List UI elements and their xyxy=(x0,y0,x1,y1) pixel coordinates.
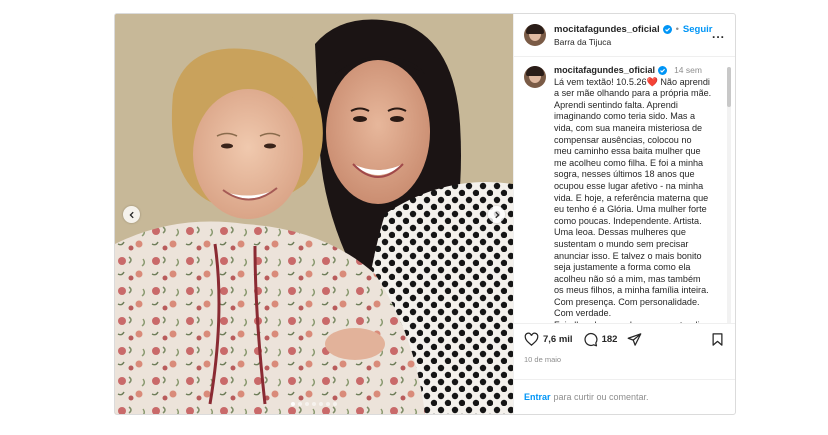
share-button[interactable] xyxy=(627,332,642,347)
carousel-prev-button[interactable] xyxy=(123,206,140,223)
instagram-post: mocitafagundes_oficial • Seguir Barra da… xyxy=(114,13,736,415)
carousel-dot xyxy=(326,402,330,406)
comment-icon xyxy=(583,333,598,347)
chevron-right-icon xyxy=(494,211,500,218)
caption-line: Aprendi sentindo falta. Aprendi xyxy=(554,99,678,110)
like-button[interactable]: 7,6 mil xyxy=(524,332,573,347)
photo-image xyxy=(115,14,513,414)
carousel-dot xyxy=(333,402,337,406)
caption-line: sogra, nesses últimos 18 anos que xyxy=(554,169,695,180)
caption-area: mocitafagundes_oficial 14 sem Lá vem tex… xyxy=(514,57,735,323)
caption-head: mocitafagundes_oficial 14 sem xyxy=(554,65,721,77)
actions-section: 7,6 mil 182 10 de maio xyxy=(514,323,735,379)
verified-badge-icon xyxy=(658,66,668,76)
caption-line: Uma leoa. Dessas mulheres que xyxy=(554,227,686,238)
caption-time[interactable]: 14 sem xyxy=(674,65,702,77)
caption-line: vida, com sua maneira misteriosa de xyxy=(554,122,703,133)
more-options-icon[interactable]: ... xyxy=(712,28,725,40)
caption-line: ocupou esse lugar afetivo - na minha xyxy=(554,180,704,191)
caption-line: como poucas. Independente. Artista. xyxy=(554,215,702,226)
post-side-panel: mocitafagundes_oficial • Seguir Barra da… xyxy=(513,14,735,414)
carousel-dot xyxy=(305,402,309,406)
location-link[interactable]: Barra da Tijuca xyxy=(554,37,712,47)
caption-row: mocitafagundes_oficial 14 sem Lá vem tex… xyxy=(524,65,721,323)
verified-badge-icon xyxy=(662,24,672,34)
heart-icon xyxy=(524,332,539,346)
caption-line: me acolheu como filha. E foi a minha xyxy=(554,157,704,168)
caption-body: mocitafagundes_oficial 14 sem Lá vem tex… xyxy=(554,65,721,323)
carousel-dot xyxy=(298,402,302,406)
caption-username-link[interactable]: mocitafagundes_oficial xyxy=(554,65,655,77)
bookmark-icon xyxy=(712,333,723,346)
caption-line: Foi olhando para ela que eu entendi xyxy=(554,320,721,323)
username-link[interactable]: mocitafagundes_oficial xyxy=(554,24,660,35)
caption-line: meu caminho essa baita mulher que xyxy=(554,146,701,157)
carousel-next-button[interactable] xyxy=(488,206,505,223)
caption-text: Lá vem textão! 10.5.26❤️ Não aprendi a se… xyxy=(554,77,721,323)
caption-avatar[interactable] xyxy=(524,66,546,88)
share-icon xyxy=(628,333,642,346)
caption-line: anunciar isso. E talvez o mais bonito xyxy=(554,250,702,261)
chevron-left-icon xyxy=(128,211,134,218)
caption-scrollbar[interactable] xyxy=(727,67,731,323)
avatar[interactable] xyxy=(524,24,546,46)
carousel-dot xyxy=(319,402,323,406)
header-text: mocitafagundes_oficial • Seguir Barra da… xyxy=(554,24,712,47)
caption-line: sustentam o mundo sem precisar xyxy=(554,238,689,249)
save-button[interactable] xyxy=(710,332,725,347)
comment-login-bar: Entrar para curtir ou comentar. xyxy=(514,379,735,414)
post-header: mocitafagundes_oficial • Seguir Barra da… xyxy=(514,14,735,57)
caption-line: acolheu não só a mim, mas também xyxy=(554,273,701,284)
caption-line: vida. E hoje, a referência materna que xyxy=(554,192,709,203)
carousel-dot xyxy=(291,402,295,406)
carousel-dot xyxy=(312,402,316,406)
comment-button[interactable]: 182 xyxy=(583,332,618,347)
login-link[interactable]: Entrar xyxy=(524,392,551,402)
action-row: 7,6 mil 182 xyxy=(524,332,725,347)
post-photo[interactable] xyxy=(115,14,513,414)
comment-prompt: para curtir ou comentar. xyxy=(553,392,649,402)
caption-line: a ser mãe olhando para a própria mãe. xyxy=(554,88,712,99)
carousel-indicator xyxy=(115,402,513,406)
separator: • xyxy=(675,23,679,35)
caption-line: Lá vem textão! 10.5.26❤️ Não aprendi xyxy=(554,76,710,87)
scroll-thumb[interactable] xyxy=(727,67,731,107)
caption-line: Com verdade. xyxy=(554,308,612,319)
post-date[interactable]: 10 de maio xyxy=(524,355,725,364)
caption-line: eu tenho é a Glória. Uma mulher forte xyxy=(554,204,707,215)
follow-button[interactable]: Seguir xyxy=(683,24,713,35)
caption-line: os meus filhos, a minha família inteira. xyxy=(554,285,709,296)
caption-line: Com presença. Com personalidade. xyxy=(554,296,700,307)
name-row: mocitafagundes_oficial • Seguir xyxy=(554,24,712,35)
caption-line: compensar ausências, colocou no xyxy=(554,134,692,145)
caption-line: imaginando como teria sido. Mas a xyxy=(554,111,696,122)
comment-count[interactable]: 182 xyxy=(602,334,618,345)
like-count[interactable]: 7,6 mil xyxy=(543,334,573,345)
caption-line: seja justamente a forma como ela xyxy=(554,262,691,273)
